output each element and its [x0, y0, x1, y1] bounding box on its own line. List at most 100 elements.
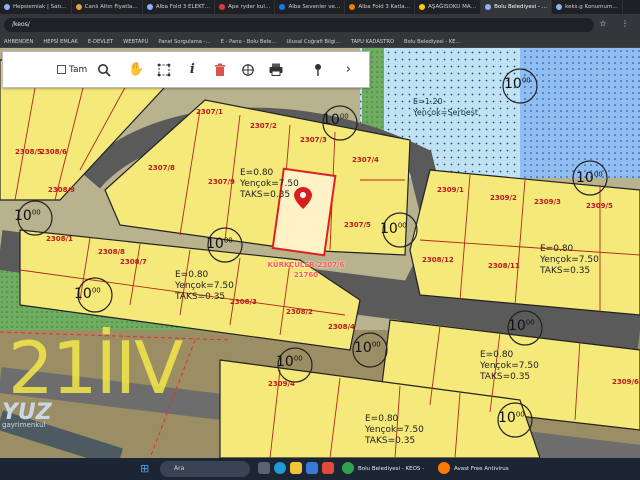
info-icon[interactable]: i: [179, 57, 205, 83]
bookmark-item[interactable]: Bolu Belediyesi - KE…: [404, 36, 461, 47]
select-icon[interactable]: [151, 57, 177, 83]
tab-ape-ryder[interactable]: Ape ryder kul…: [215, 0, 276, 14]
road-width-label: 1000: [504, 76, 531, 92]
parcel-label: 2309/2: [490, 194, 517, 202]
menu-icon[interactable]: ⋮: [620, 19, 630, 29]
delete-icon[interactable]: [207, 57, 233, 83]
parcel-label: 2307/8: [148, 164, 175, 172]
parcel-label: 2308/9: [48, 186, 75, 194]
parcel-label: 2307/4: [352, 156, 379, 164]
app-icon[interactable]: [322, 462, 334, 474]
zoning-info: E=0.80 Yençok=7.50 TAKS=0.35: [175, 270, 234, 302]
tab-hepsiemlak[interactable]: Hepsiemlak | Satı…: [0, 0, 72, 14]
tab-asagisoku[interactable]: AŞAĞISOKU MA…: [415, 0, 482, 14]
print-icon[interactable]: [263, 57, 289, 83]
parcel-label: 2308/11: [488, 262, 520, 270]
tab-altin[interactable]: Canlı Altın Fiyatla…: [72, 0, 143, 14]
map-toolbar: Tam ✋ i ›: [2, 51, 370, 88]
zoning-info: E=0.80 Yençok=7.50 TAKS=0.35: [540, 244, 599, 276]
favicon-icon: [219, 4, 226, 10]
favicon-icon: [75, 4, 82, 10]
pin-icon[interactable]: [305, 57, 331, 83]
parcel-label: 2308/5: [15, 148, 42, 156]
browser-tabbar: Hepsiemlak | Satı… Canlı Altın Fiyatla… …: [0, 0, 640, 14]
road-width-label: 1000: [498, 410, 525, 426]
parcel-label: 2307/9: [208, 178, 235, 186]
road-width-label: 1000: [380, 221, 407, 237]
parcel-label: 2307/1: [196, 108, 223, 116]
parcel-label: 2308/8: [98, 248, 125, 256]
favicon-icon: [556, 4, 563, 10]
favicon-icon: [4, 4, 10, 10]
edge-icon[interactable]: [274, 462, 286, 474]
watermark-logo: YUZ gayrimenkul: [2, 400, 52, 429]
store-icon[interactable]: [306, 462, 318, 474]
full-checkbox[interactable]: [57, 65, 66, 74]
parcel-label: 2308/4: [328, 323, 355, 331]
taskbar-app-bolu[interactable]: Bolu Belediyesi - KEOS -: [358, 458, 424, 480]
parcel-label: 2308/2: [286, 308, 313, 316]
parcel-label: 2309/6: [612, 378, 639, 386]
parcel-label: 2308/1: [46, 235, 73, 243]
parcel-label: 2309/1: [437, 186, 464, 194]
favicon-icon: [419, 4, 426, 10]
zoning-info: E=0.80 Yençok=7.50 TAKS=0.35: [480, 350, 539, 382]
parcel-label: 2309/3: [534, 198, 561, 206]
avast-icon[interactable]: [438, 462, 450, 474]
zoning-info: E=0.80 Yençok=7.50 TAKS=0.35: [240, 168, 299, 200]
favicon-icon: [485, 4, 492, 10]
road-width-label: 1000: [576, 170, 603, 186]
parcel-label: 2309/4: [268, 380, 295, 388]
tab-alba-fold[interactable]: Alba Fold 3 ELEKT…: [143, 0, 216, 14]
taskbar-search[interactable]: Ara: [160, 461, 250, 477]
road-width-label: 1000: [276, 354, 303, 370]
parcel-label: 2309/5: [586, 202, 613, 210]
tab-alba-sevenler[interactable]: Alba Sevenler ve…: [275, 0, 346, 14]
sheet-label: 21İIV: [8, 326, 183, 410]
windows-start-icon[interactable]: ⊞: [140, 463, 152, 475]
chrome-icon[interactable]: [342, 462, 354, 474]
tab-bolu-belediyesi[interactable]: Bolu Belediyesi - …: [481, 0, 553, 14]
tab-konumum[interactable]: keks.g Konumum…: [552, 0, 623, 14]
parcel-label: 2307/2: [250, 122, 277, 130]
file-explorer-icon[interactable]: [290, 462, 302, 474]
zoning-info: E=0.80 Yençok=7.50 TAKS=0.35: [365, 414, 424, 446]
bookmark-item[interactable]: HEPSİ EMLAK: [43, 36, 78, 47]
full-checkbox-group[interactable]: Tam: [57, 65, 87, 75]
road-width-label: 1000: [354, 340, 381, 356]
parcel-label: 2308/3: [230, 298, 257, 306]
road-width-label: 1000: [74, 286, 101, 302]
star-icon[interactable]: ☆: [598, 19, 608, 29]
url-field[interactable]: /keos/: [4, 18, 594, 32]
parcel-label: 2308/6: [40, 148, 67, 156]
zoning-map[interactable]: 2307/1 2307/2 2307/3 2307/4 2307/5 2307/…: [0, 48, 640, 458]
bookmark-item[interactable]: WEBTAPU: [123, 36, 148, 47]
task-view-icon[interactable]: [258, 462, 270, 474]
bookmark-item[interactable]: E - Pano - Bolu Bele…: [221, 36, 277, 47]
zoning-info-blue: E=1.20 Yençok=Serbest: [413, 97, 479, 117]
road-width-label: 1000: [508, 318, 535, 334]
bookmark-item[interactable]: Panel Sorgulama -…: [158, 36, 210, 47]
road-width-label: 1000: [14, 208, 41, 224]
parcel-label: 2308/7: [120, 258, 147, 266]
bookmark-item[interactable]: TAPU KADASTRO: [351, 36, 394, 47]
road-width-label: 1000: [206, 236, 233, 252]
bookmark-item[interactable]: AHBENDEN: [4, 36, 33, 47]
address-bar: /keos/ ☆ ⋮: [0, 14, 640, 36]
bookmarks-bar: AHBENDEN HEPSİ EMLAK E-DEVLET WEBTAPU Pa…: [0, 36, 640, 48]
selected-parcel-label: KÜRKÇÜLER-2307/6 21760: [267, 261, 345, 279]
bookmark-item[interactable]: Ulusal Coğrafi Bilgi…: [287, 36, 341, 47]
measure-icon[interactable]: [235, 57, 261, 83]
bookmark-item[interactable]: E-DEVLET: [88, 36, 113, 47]
zoom-icon[interactable]: [91, 57, 117, 83]
taskbar-app-avast[interactable]: Avast Free Antivirus: [454, 458, 509, 480]
favicon-icon: [146, 4, 153, 10]
parcel-label: 2307/5: [344, 221, 371, 229]
favicon-icon: [349, 4, 356, 10]
tab-alba-katla[interactable]: Alba Fold 3 Katla…: [345, 0, 416, 14]
next-icon[interactable]: ›: [335, 57, 361, 83]
hand-icon[interactable]: ✋: [123, 57, 149, 83]
favicon-icon: [279, 4, 286, 10]
parcel-label: 2307/3: [300, 136, 327, 144]
road-width-label: 1000: [322, 112, 349, 128]
